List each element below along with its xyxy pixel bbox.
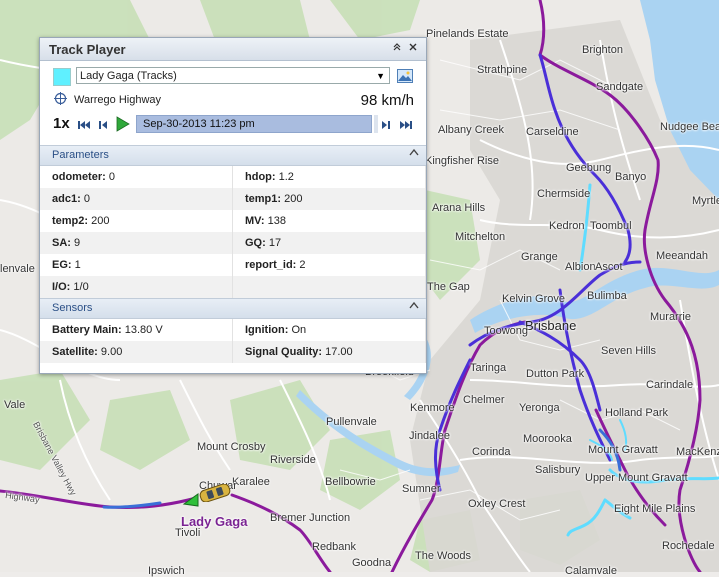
field-value: 9 [74, 237, 81, 249]
image-icon[interactable] [397, 69, 413, 83]
field-value: 200 [91, 215, 110, 227]
table-cell: EG: 1 [40, 254, 233, 276]
field-name: MV: [245, 215, 265, 227]
field-value: 200 [284, 193, 303, 205]
parameters-header[interactable]: Parameters [40, 145, 426, 166]
field-value: On [291, 324, 307, 336]
field-name: Satellite: [52, 346, 98, 358]
close-icon[interactable] [406, 41, 420, 55]
table-cell: odometer: 0 [40, 166, 233, 188]
table-cell: GQ: 17 [233, 232, 426, 254]
vehicle-marker-icon[interactable] [197, 484, 233, 502]
field-name: temp2: [52, 215, 89, 227]
field-name: odometer: [52, 171, 106, 183]
collapse-icon[interactable] [409, 148, 419, 159]
table-cell: hdop: 1.2 [233, 166, 426, 188]
table-cell [233, 276, 426, 298]
table-cell: Signal Quality: 17.00 [233, 341, 426, 363]
current-time: Sep-30-2013 11:23 pm [143, 118, 255, 130]
skip-end-icon[interactable] [399, 119, 412, 131]
field-name: Signal Quality: [245, 346, 323, 358]
crosshair-icon [54, 92, 67, 105]
field-value: 13.80 V [124, 324, 163, 336]
table-cell: SA: 9 [40, 232, 233, 254]
panel-title: Track Player [49, 42, 126, 57]
table-cell: report_id: 2 [233, 254, 426, 276]
collapse-up-icon[interactable] [390, 41, 404, 55]
field-value: 17.00 [325, 346, 353, 358]
table-cell: Ignition: On [233, 319, 426, 341]
field-name: Battery Main: [52, 324, 122, 336]
dropdown-arrow-icon[interactable]: ▼ [376, 68, 385, 85]
field-value: 1 [74, 259, 81, 271]
vehicle-label[interactable]: Lady Gaga [181, 514, 247, 529]
field-value: 1.2 [278, 171, 294, 183]
timeline-knob[interactable] [374, 115, 378, 133]
panel-header[interactable]: Track Player [40, 38, 426, 61]
track-color-swatch[interactable] [53, 68, 71, 86]
field-value: 138 [267, 215, 286, 227]
table-cell: temp1: 200 [233, 188, 426, 210]
field-name: GQ: [245, 237, 266, 249]
parameters-table: odometer: 0 hdop: 1.2 adc1: 0 temp1: 200 tem… [40, 166, 426, 298]
step-back-icon[interactable] [99, 119, 108, 131]
sensors-title: Sensors [52, 302, 93, 314]
playback-rate[interactable]: 1x [53, 115, 70, 132]
field-value: 17 [268, 237, 282, 249]
field-name: adc1: [52, 193, 81, 205]
field-name: EG: [52, 259, 72, 271]
field-name: report_id: [245, 259, 297, 271]
sensors-header[interactable]: Sensors [40, 298, 426, 319]
track-player-panel: Track Player Lady Gaga (Tracks) ▼ Warreg… [39, 37, 427, 374]
field-name: SA: [52, 237, 71, 249]
speed-value: 98 km/h [360, 92, 414, 109]
table-cell: MV: 138 [233, 210, 426, 232]
play-icon[interactable] [116, 116, 130, 132]
field-name: hdop: [245, 171, 276, 183]
field-value: 9.00 [100, 346, 123, 358]
field-value: 0 [83, 193, 90, 205]
field-name: Ignition: [245, 324, 289, 336]
field-name: temp1: [245, 193, 282, 205]
table-cell: adc1: 0 [40, 188, 233, 210]
location-text: Warrego Highway [74, 94, 162, 106]
field-value: 1/0 [73, 281, 89, 293]
track-select-value: Lady Gaga (Tracks) [80, 70, 177, 82]
step-forward-icon[interactable] [381, 119, 390, 131]
skip-start-icon[interactable] [78, 119, 91, 131]
collapse-icon[interactable] [409, 301, 419, 312]
parameters-title: Parameters [52, 149, 109, 161]
field-value: 0 [108, 171, 115, 183]
sensors-table: Battery Main: 13.80 V Ignition: On Satelli… [40, 319, 426, 363]
field-value: 2 [299, 259, 306, 271]
table-cell: Battery Main: 13.80 V [40, 319, 233, 341]
track-select[interactable]: Lady Gaga (Tracks) ▼ [76, 67, 390, 84]
table-cell: Satellite: 9.00 [40, 341, 233, 363]
timeline-slider[interactable]: Sep-30-2013 11:23 pm [136, 115, 372, 133]
table-cell: temp2: 200 [40, 210, 233, 232]
table-cell: I/O: 1/0 [40, 276, 233, 298]
field-name: I/O: [52, 281, 71, 293]
